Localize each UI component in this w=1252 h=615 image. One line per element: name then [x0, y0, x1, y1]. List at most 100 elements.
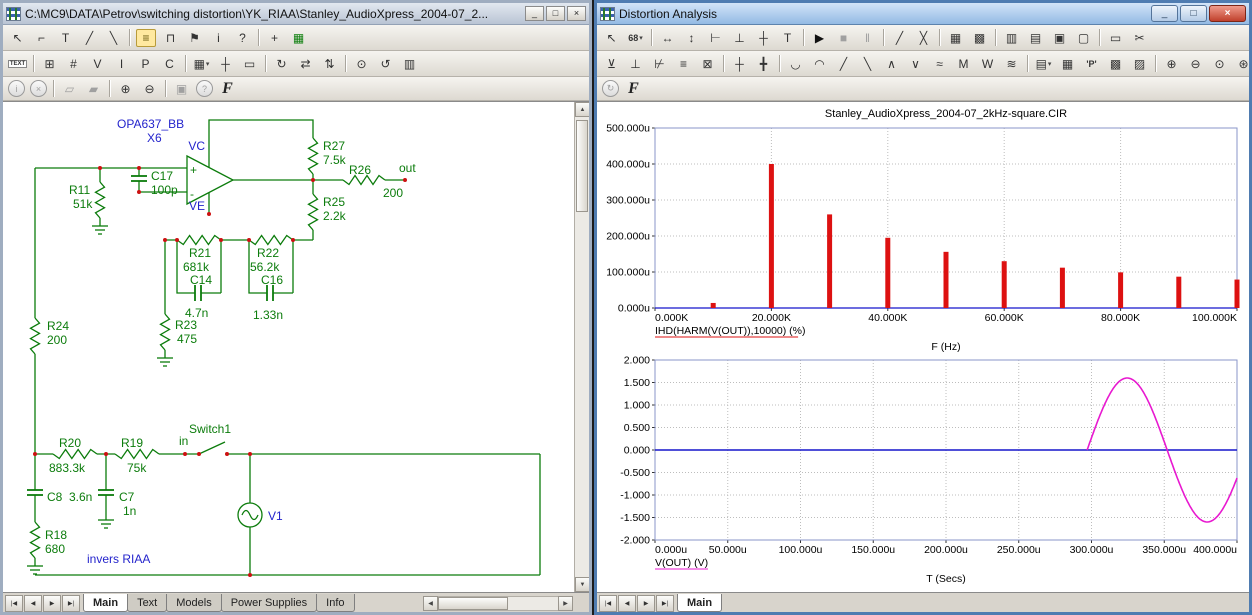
tab-scroll-next-button[interactable]: ▶: [637, 595, 655, 612]
text-tool-icon[interactable]: T: [776, 27, 799, 48]
find-icon[interactable]: ⊙: [350, 53, 373, 74]
zoom-fit-icon[interactable]: ⊛: [1232, 53, 1252, 74]
cursor-next-icon[interactable]: ╋: [752, 53, 775, 74]
step-info-icon[interactable]: i: [8, 80, 25, 97]
digital-path-icon[interactable]: ⊓: [159, 27, 182, 48]
go-to-branch-icon[interactable]: ⊬: [648, 53, 671, 74]
help-circle-icon[interactable]: ?: [196, 80, 213, 97]
low-point-icon[interactable]: ◡: [784, 53, 807, 74]
plot-pages-icon[interactable]: ▢: [1072, 27, 1095, 48]
cursor-prev-icon[interactable]: ┼: [728, 53, 751, 74]
stop-button[interactable]: ■: [832, 27, 855, 48]
attribute-display-icon[interactable]: ⊞: [38, 53, 61, 74]
rise-edge-icon[interactable]: ╱: [832, 53, 855, 74]
copy-page-icon[interactable]: ▰: [82, 78, 105, 99]
tab-scroll-last-button[interactable]: ▶|: [62, 595, 80, 612]
picture-tool-icon[interactable]: ▦: [287, 27, 310, 48]
maximize-button[interactable]: □: [1180, 5, 1207, 22]
cleanup-icon[interactable]: ≡: [672, 53, 695, 74]
border-display-icon[interactable]: ▭: [238, 53, 261, 74]
scroll-left-button[interactable]: ◀: [423, 596, 438, 611]
high-point-icon[interactable]: ◠: [808, 53, 831, 74]
global-high-icon[interactable]: M: [952, 53, 975, 74]
tab-scroll-prev-button[interactable]: ◀: [24, 595, 42, 612]
tab-models[interactable]: Models: [166, 594, 221, 612]
info-page-icon[interactable]: ▥: [398, 53, 421, 74]
properties-icon[interactable]: ▭: [1104, 27, 1127, 48]
accumulate-icon[interactable]: ▨: [1128, 53, 1151, 74]
zoom-in-icon[interactable]: ⊕: [1160, 53, 1183, 74]
tab-power-supplies[interactable]: Power Supplies: [221, 594, 317, 612]
plot-one-icon[interactable]: ▥: [1000, 27, 1023, 48]
repeat-find-icon[interactable]: ↺: [374, 53, 397, 74]
text-display-icon[interactable]: TEXT: [6, 53, 29, 74]
pause-button[interactable]: ‖: [856, 27, 879, 48]
text-mode-icon[interactable]: T: [54, 27, 77, 48]
power-display-icon[interactable]: P: [134, 53, 157, 74]
tab-scroll-first-button[interactable]: |◀: [5, 595, 23, 612]
analysis-titlebar[interactable]: Distortion Analysis _ □ ×: [597, 3, 1249, 25]
cut-plot-icon[interactable]: ✂: [1128, 27, 1151, 48]
close-button[interactable]: ×: [1209, 5, 1246, 22]
tab-main[interactable]: Main: [83, 594, 128, 612]
vertical-tag-icon[interactable]: ↕: [680, 27, 703, 48]
condition-display-icon[interactable]: C: [158, 53, 181, 74]
line-tool-icon[interactable]: ╱: [888, 27, 911, 48]
node-voltages-icon[interactable]: V: [86, 53, 109, 74]
tab-scroll-prev-button[interactable]: ◀: [618, 595, 636, 612]
tokens-icon[interactable]: ▩: [968, 27, 991, 48]
polygon-tool-icon[interactable]: ╳: [912, 27, 935, 48]
function-symbol-button[interactable]: F: [216, 78, 239, 99]
minimize-button[interactable]: _: [525, 6, 544, 21]
scroll-thumb[interactable]: [438, 597, 508, 610]
xy-cursors-icon[interactable]: ⊠: [696, 53, 719, 74]
flip-horizontal-icon[interactable]: ⇄: [294, 53, 317, 74]
tab-main[interactable]: Main: [677, 594, 722, 612]
analysis-plot-area[interactable]: Stanley_AudioXpress_2004-07_2kHz-square.…: [597, 101, 1249, 592]
help-mode-icon[interactable]: ?: [231, 27, 254, 48]
inflection-icon[interactable]: ≈: [928, 53, 951, 74]
wire-mode-icon[interactable]: ╱: [78, 27, 101, 48]
crosshair-icon[interactable]: ┼: [214, 53, 237, 74]
plot-panels-icon[interactable]: ▣: [1048, 27, 1071, 48]
tab-scroll-next-button[interactable]: ▶: [43, 595, 61, 612]
close-button[interactable]: ×: [567, 6, 586, 21]
rotate-icon[interactable]: ↻: [270, 53, 293, 74]
flag-mode-icon[interactable]: ⚑: [183, 27, 206, 48]
annotation-note-icon[interactable]: ≡: [136, 29, 156, 47]
grid-display-icon[interactable]: ▦: [190, 53, 213, 74]
scroll-up-button[interactable]: ▲: [575, 102, 589, 117]
schematic-canvas[interactable]: OPA637_BBX6VCVE+-C17100pR1151kR277.5kR26…: [3, 102, 573, 592]
schematic-titlebar[interactable]: C:\MC9\DATA\Petrov\switching distortion\…: [3, 3, 589, 25]
scroll-track[interactable]: [575, 117, 589, 577]
tab-text[interactable]: Text: [127, 594, 167, 612]
schematic-canvas-area[interactable]: OPA637_BBX6VCVE+-C17100pR1151kR277.5kR26…: [3, 101, 589, 592]
thumbnail-icon[interactable]: ▩: [1104, 53, 1127, 74]
restore-button[interactable]: □: [546, 6, 565, 21]
scroll-down-button[interactable]: ▼: [575, 577, 589, 592]
tag-xy-icon[interactable]: ┼: [752, 27, 775, 48]
run-button[interactable]: ▶: [808, 27, 831, 48]
scroll-thumb[interactable]: [576, 120, 588, 212]
stop-circle-icon[interactable]: ×: [30, 80, 47, 97]
node-numbers-icon[interactable]: #: [62, 53, 85, 74]
line-mode-icon[interactable]: ╲: [102, 27, 125, 48]
select-mode-icon[interactable]: ↖: [600, 27, 623, 48]
probe-icon[interactable]: 'P': [1080, 53, 1103, 74]
schematic-horizontal-scrollbar[interactable]: ◀ ▶: [423, 596, 573, 611]
analysis-plots[interactable]: Stanley_AudioXpress_2004-07_2kHz-square.…: [597, 102, 1249, 592]
tab-scroll-last-button[interactable]: ▶|: [656, 595, 674, 612]
tab-scroll-first-button[interactable]: |◀: [599, 595, 617, 612]
plot-grid-icon[interactable]: ▤: [1024, 27, 1047, 48]
normalize-icon[interactable]: ▦: [1056, 53, 1079, 74]
go-to-y-icon[interactable]: ⊥: [624, 53, 647, 74]
flip-vertical-icon[interactable]: ⇅: [318, 53, 341, 74]
scroll-track[interactable]: [438, 596, 558, 611]
copy-front-icon[interactable]: ▱: [58, 78, 81, 99]
fall-edge-icon[interactable]: ╲: [856, 53, 879, 74]
envelope-icon[interactable]: ≋: [1000, 53, 1023, 74]
scroll-right-button[interactable]: ▶: [558, 596, 573, 611]
object-list-dropdown[interactable]: 68: [624, 27, 647, 48]
valley-icon[interactable]: ∨: [904, 53, 927, 74]
info-mode-icon[interactable]: i: [207, 27, 230, 48]
